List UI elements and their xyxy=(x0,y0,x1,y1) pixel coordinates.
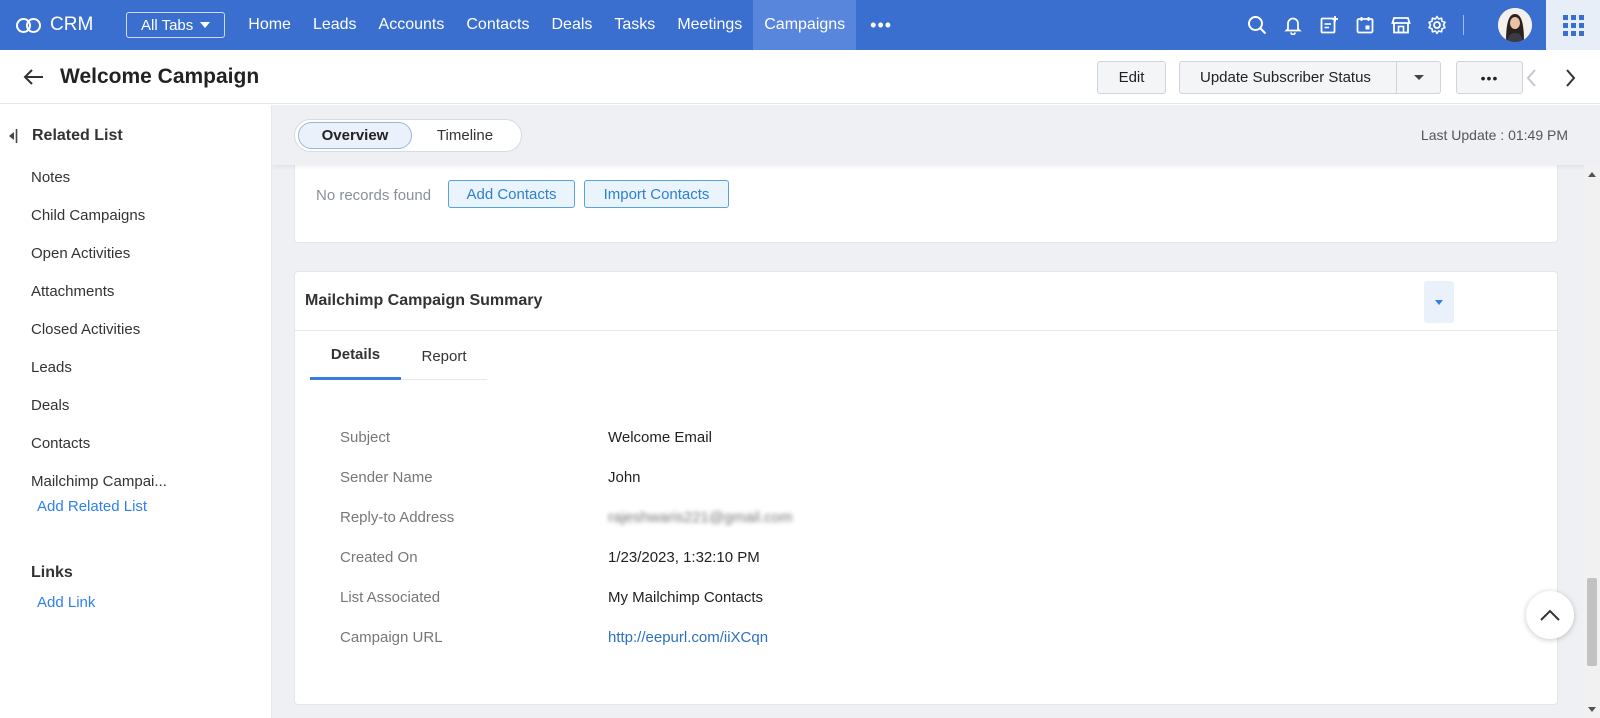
sidebar-item-open-activities[interactable]: Open Activities xyxy=(31,234,167,272)
page-title: Welcome Campaign xyxy=(60,64,260,88)
links-title: Links xyxy=(31,564,73,581)
detail-label: Sender Name xyxy=(340,468,433,486)
nav-divider xyxy=(1463,15,1464,35)
import-contacts-button[interactable]: Import Contacts xyxy=(584,180,729,208)
crm-logo-icon xyxy=(16,16,42,34)
all-tabs-label: All Tabs xyxy=(141,16,194,34)
detail-row-created-on: Created On 1/23/2023, 1:32:10 PM xyxy=(340,537,792,577)
detail-row-subject: Subject Welcome Email xyxy=(340,417,792,457)
previous-record-icon[interactable] xyxy=(1524,66,1540,90)
record-header: Welcome Campaign Edit Update Subscriber … xyxy=(0,50,1600,104)
chevron-down-icon xyxy=(200,22,211,28)
collapse-sidebar-icon[interactable] xyxy=(8,127,24,145)
nav-more-button[interactable]: ••• xyxy=(856,0,906,50)
no-records-text: No records found xyxy=(316,187,432,204)
detail-value-redacted: rajeshwaris221@gmail.com xyxy=(608,508,793,526)
related-list-sidebar: Related List Notes Child Campaigns Open … xyxy=(0,105,272,718)
campaign-url-link[interactable]: http://eepurl.com/iiXCqn xyxy=(608,629,768,646)
brand-name: CRM xyxy=(50,14,94,35)
tab-report[interactable]: Report xyxy=(401,332,487,380)
avatar[interactable] xyxy=(1498,8,1532,42)
summary-details: Subject Welcome Email Sender Name John R… xyxy=(340,417,792,657)
scroll-down-arrow-icon[interactable] xyxy=(1588,707,1596,712)
nav-tab-deals[interactable]: Deals xyxy=(541,0,604,50)
detail-row-campaign-url: Campaign URL http://eepurl.com/iiXCqn xyxy=(340,617,792,657)
edit-button[interactable]: Edit xyxy=(1097,61,1166,94)
chevron-down-icon xyxy=(1435,299,1443,305)
sidebar-item-attachments[interactable]: Attachments xyxy=(31,272,167,310)
more-actions-button[interactable]: ••• xyxy=(1456,61,1523,94)
detail-value: John xyxy=(608,468,641,486)
main-content: Overview Timeline Last Update : 01:49 PM… xyxy=(272,105,1600,718)
tab-timeline[interactable]: Timeline xyxy=(412,122,518,149)
search-icon[interactable] xyxy=(1239,0,1275,50)
nav-tabs: Home Leads Accounts Contacts Deals Tasks… xyxy=(237,0,906,50)
related-list-header: Related List xyxy=(8,127,123,145)
nav-tab-home[interactable]: Home xyxy=(237,0,302,50)
sidebar-item-deals[interactable]: Deals xyxy=(31,386,167,424)
add-related-list-link[interactable]: Add Related List xyxy=(37,498,147,515)
sidebar-item-mailchimp-campaigns[interactable]: Mailchimp Campai... xyxy=(31,462,167,500)
detail-value: 1/23/2023, 1:32:10 PM xyxy=(608,548,760,566)
update-subscriber-status-label: Update Subscriber Status xyxy=(1200,69,1371,86)
chevron-down-icon xyxy=(1413,75,1424,80)
summary-tabs: Details Report xyxy=(310,332,487,380)
summary-card-header: Mailchimp Campaign Summary xyxy=(295,272,1557,331)
nav-tab-leads[interactable]: Leads xyxy=(302,0,368,50)
bell-icon[interactable] xyxy=(1275,0,1311,50)
add-note-icon[interactable] xyxy=(1311,0,1347,50)
summary-card-title: Mailchimp Campaign Summary xyxy=(305,292,543,309)
scroll-to-top-button[interactable] xyxy=(1526,591,1574,639)
chevron-up-icon xyxy=(1540,609,1560,621)
nav-icons xyxy=(1239,0,1472,50)
tab-overview[interactable]: Overview xyxy=(298,122,412,149)
detail-value: My Mailchimp Contacts xyxy=(608,588,764,606)
detail-label: List Associated xyxy=(340,588,441,606)
detail-label: Reply-to Address xyxy=(340,508,455,526)
nav-tab-campaigns[interactable]: Campaigns xyxy=(753,0,857,50)
tab-details[interactable]: Details xyxy=(310,332,401,380)
marketplace-icon[interactable] xyxy=(1383,0,1419,50)
last-update-text: Last Update : 01:49 PM xyxy=(1420,127,1568,143)
update-status-dropdown[interactable] xyxy=(1396,62,1440,93)
next-record-icon[interactable] xyxy=(1562,66,1578,90)
summary-collapse-toggle[interactable] xyxy=(1424,281,1454,323)
add-contacts-button[interactable]: Add Contacts xyxy=(448,180,575,208)
nav-tab-tasks[interactable]: Tasks xyxy=(603,0,666,50)
nav-tab-contacts[interactable]: Contacts xyxy=(455,0,540,50)
sidebar-item-notes[interactable]: Notes xyxy=(31,158,167,196)
related-list-items: Notes Child Campaigns Open Activities At… xyxy=(31,158,167,500)
detail-label: Created On xyxy=(340,548,418,566)
detail-label: Subject xyxy=(340,428,391,446)
detail-label: Campaign URL xyxy=(340,628,443,646)
add-link[interactable]: Add Link xyxy=(37,594,95,611)
top-nav: CRM All Tabs Home Leads Accounts Contact… xyxy=(0,0,1600,50)
nav-tab-accounts[interactable]: Accounts xyxy=(368,0,456,50)
view-toggle: Overview Timeline xyxy=(294,119,522,152)
nav-tab-meetings[interactable]: Meetings xyxy=(666,0,753,50)
view-switch-bar: Overview Timeline Last Update : 01:49 PM xyxy=(272,105,1600,165)
sidebar-item-closed-activities[interactable]: Closed Activities xyxy=(31,310,167,348)
mailchimp-summary-card: Mailchimp Campaign Summary Details Repor… xyxy=(294,271,1558,705)
detail-row-sender-name: Sender Name John xyxy=(340,457,792,497)
update-subscriber-status-button[interactable]: Update Subscriber Status xyxy=(1179,61,1441,94)
related-list-title: Related List xyxy=(32,127,123,144)
scroll-thumb[interactable] xyxy=(1587,578,1597,666)
brand[interactable]: CRM xyxy=(16,14,108,36)
sidebar-item-contacts[interactable]: Contacts xyxy=(31,424,167,462)
detail-row-reply-to: Reply-to Address rajeshwaris221@gmail.co… xyxy=(340,497,792,537)
detail-row-list-associated: List Associated My Mailchimp Contacts xyxy=(340,577,792,617)
scroll-up-arrow-icon[interactable] xyxy=(1588,172,1596,177)
all-tabs-dropdown[interactable]: All Tabs xyxy=(126,12,226,38)
calendar-icon[interactable] xyxy=(1347,0,1383,50)
sidebar-item-child-campaigns[interactable]: Child Campaigns xyxy=(31,196,167,234)
back-arrow-icon[interactable] xyxy=(22,65,46,89)
content-scrollbar[interactable] xyxy=(1584,165,1600,718)
app-grid-icon[interactable] xyxy=(1546,0,1600,50)
sidebar-item-leads[interactable]: Leads xyxy=(31,348,167,386)
detail-value: Welcome Email xyxy=(608,428,712,446)
gear-icon[interactable] xyxy=(1419,0,1455,50)
